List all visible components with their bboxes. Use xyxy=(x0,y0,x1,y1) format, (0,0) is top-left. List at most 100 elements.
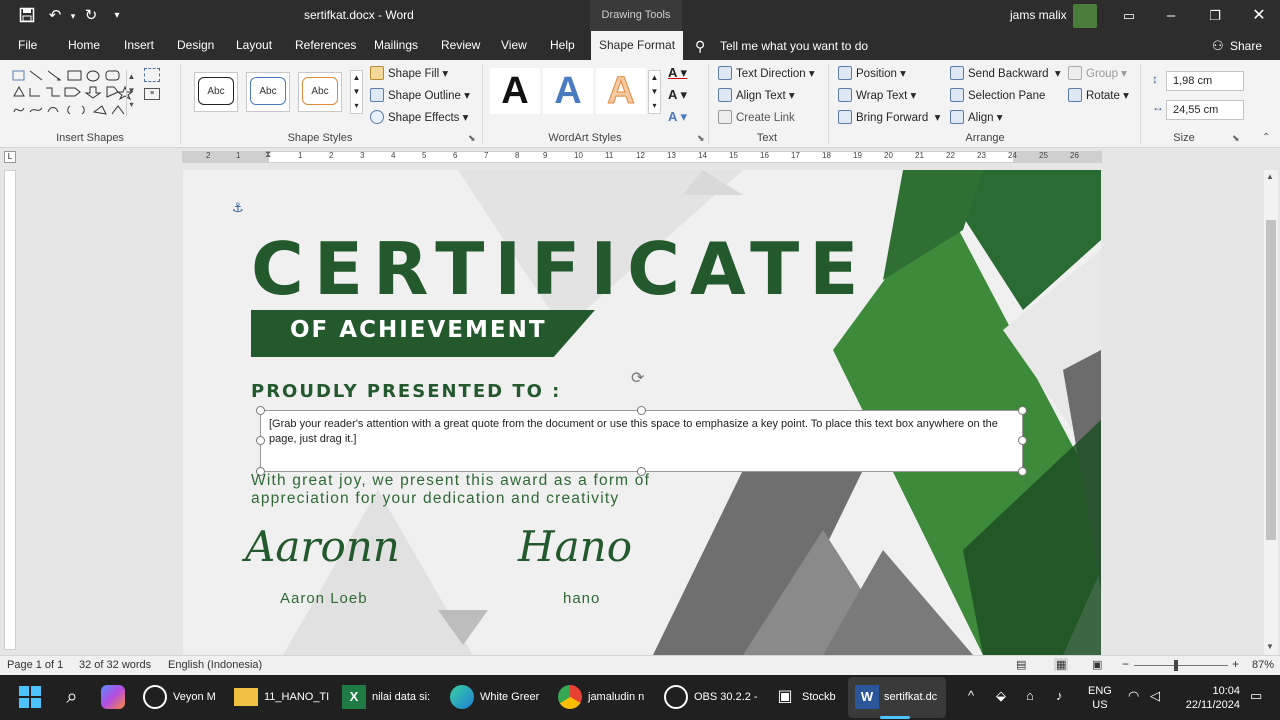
chrome-icon[interactable] xyxy=(558,685,582,709)
shapes-gallery[interactable] xyxy=(10,68,136,120)
start-button[interactable] xyxy=(18,685,42,709)
shape-effects-button[interactable]: Shape Effects ▾ xyxy=(370,109,468,127)
redo-icon[interactable]: ↻ xyxy=(82,7,100,25)
tab-help[interactable]: Help xyxy=(550,31,575,60)
vertical-ruler[interactable] xyxy=(4,170,16,650)
rotate-button[interactable]: Rotate ▾ xyxy=(1068,87,1129,105)
restore-icon[interactable]: ❐ xyxy=(1206,7,1224,25)
veyon-icon[interactable] xyxy=(143,685,167,709)
share-button[interactable]: Share xyxy=(1230,39,1262,53)
shape-style-3[interactable]: Abc xyxy=(298,72,342,112)
selection-pane-button[interactable]: Selection Pane xyxy=(950,87,1045,105)
bring-forward-button[interactable]: Bring Forward ▾ xyxy=(838,109,940,127)
text-effects-icon[interactable]: A ▾ xyxy=(668,109,687,125)
shape-style-1[interactable]: Abc xyxy=(194,72,238,112)
word-icon[interactable]: W xyxy=(855,685,879,709)
quote-placeholder-text[interactable]: [Grab your reader's attention with a gre… xyxy=(269,417,1019,447)
tab-layout[interactable]: Layout xyxy=(236,31,272,60)
ribbon-display-icon[interactable]: ▭ xyxy=(1120,7,1138,25)
rotate-handle-icon[interactable]: ⟳ xyxy=(631,368,644,388)
edge-icon[interactable] xyxy=(450,685,474,709)
create-link-button[interactable]: Create Link xyxy=(718,109,795,127)
shape-outline-button[interactable]: Shape Outline ▾ xyxy=(370,87,470,105)
notification-icon[interactable]: ▭ xyxy=(1250,688,1262,704)
shape-height-input[interactable]: 1,98 cm xyxy=(1166,71,1244,91)
undo-icon[interactable]: ↶ xyxy=(46,7,64,25)
scroll-down-icon[interactable]: ▼ xyxy=(1266,642,1274,651)
text-box-icon[interactable]: ≡ xyxy=(144,88,160,100)
align-text-button[interactable]: Align Text ▾ xyxy=(718,87,795,105)
microphone-icon[interactable]: ♪ xyxy=(1056,688,1063,703)
wordart-style-3[interactable]: A xyxy=(596,68,646,114)
tell-me-search[interactable]: Tell me what you want to do xyxy=(720,39,868,53)
align-button[interactable]: Align ▾ xyxy=(950,109,1003,127)
save-icon[interactable] xyxy=(18,7,36,25)
dialog-launcher-icon[interactable]: ⬊ xyxy=(1232,133,1240,144)
document-page[interactable]: ⚓ CERTIFICATE OF ACHIEVEMENT PROUDLY PRE… xyxy=(183,170,1101,655)
shape-styles-scroll[interactable]: ▲ ▼ ▾ xyxy=(350,70,363,114)
shape-fill-button[interactable]: Shape Fill ▾ xyxy=(370,65,448,83)
dialog-launcher-icon[interactable]: ⬊ xyxy=(468,133,476,144)
resize-handle[interactable] xyxy=(256,406,265,415)
print-layout-icon[interactable]: ▦ xyxy=(1054,658,1069,671)
dialog-launcher-icon[interactable]: ⬊ xyxy=(697,133,705,144)
tab-shape-format[interactable]: Shape Format xyxy=(591,31,684,60)
tab-design[interactable]: Design xyxy=(177,31,214,60)
stockbit-icon[interactable]: ▣ xyxy=(773,685,797,709)
language-indicator[interactable]: English (Indonesia) xyxy=(168,659,262,671)
copilot-icon[interactable] xyxy=(101,685,125,709)
wrap-text-button[interactable]: Wrap Text ▾ xyxy=(838,87,916,105)
resize-handle[interactable] xyxy=(637,406,646,415)
shape-width-input[interactable]: 24,55 cm xyxy=(1166,100,1244,120)
zoom-slider-thumb[interactable] xyxy=(1174,660,1178,671)
folder-icon[interactable] xyxy=(234,688,258,706)
text-fill-icon[interactable]: A ▾ xyxy=(668,65,687,81)
scroll-up-icon[interactable]: ▲ xyxy=(1266,172,1274,181)
resize-handle[interactable] xyxy=(256,436,265,445)
page-count[interactable]: Page 1 of 1 xyxy=(7,659,63,671)
minimize-icon[interactable]: – xyxy=(1162,7,1180,25)
word-count[interactable]: 32 of 32 words xyxy=(79,659,151,671)
read-mode-icon[interactable]: ▤ xyxy=(1016,658,1026,671)
tab-selector[interactable]: L xyxy=(4,151,16,163)
tab-references[interactable]: References xyxy=(295,31,356,60)
tab-mailings[interactable]: Mailings xyxy=(374,31,418,60)
user-name[interactable]: jams malix xyxy=(1010,8,1067,22)
zoom-in-icon[interactable]: + xyxy=(1232,657,1239,671)
undo-dropdown-icon[interactable]: ▾ xyxy=(64,7,82,25)
anchor-icon[interactable]: ⚓ xyxy=(232,200,244,216)
edit-shape-icon[interactable] xyxy=(144,68,160,82)
close-icon[interactable]: ✕ xyxy=(1250,7,1268,25)
position-button[interactable]: Position ▾ xyxy=(838,65,906,83)
zoom-level[interactable]: 87% xyxy=(1252,659,1274,671)
network-icon[interactable]: ⌂ xyxy=(1026,688,1034,703)
tab-review[interactable]: Review xyxy=(441,31,480,60)
horizontal-ruler[interactable]: 2 1 1 2 3 4 5 6 7 8 9 10 11 12 13 14 15 … xyxy=(182,149,1102,163)
tray-overflow-icon[interactable]: ^ xyxy=(968,688,974,703)
tab-file[interactable]: File xyxy=(18,31,37,60)
resize-handle[interactable] xyxy=(1018,406,1027,415)
resize-handle[interactable] xyxy=(1018,467,1027,476)
tab-insert[interactable]: Insert xyxy=(124,31,154,60)
avatar[interactable] xyxy=(1073,4,1097,28)
zoom-out-icon[interactable]: − xyxy=(1122,657,1129,671)
vertical-scrollbar[interactable]: ▲ ▼ xyxy=(1264,170,1278,655)
wordart-style-2[interactable]: A xyxy=(543,68,593,114)
shapes-gallery-scroll[interactable]: ▲ ▼ ▾ xyxy=(126,70,136,116)
wordart-style-1[interactable]: A xyxy=(490,68,540,114)
wordart-scroll[interactable]: ▲ ▼ ▾ xyxy=(648,70,661,114)
collapse-ribbon-icon[interactable]: ⌃ xyxy=(1262,132,1270,143)
group-button[interactable]: Group ▾ xyxy=(1068,65,1127,83)
excel-icon[interactable]: X xyxy=(342,685,366,709)
dropbox-icon[interactable]: ⬙ xyxy=(996,688,1006,704)
wifi-icon[interactable]: ◠ xyxy=(1128,688,1139,704)
scroll-thumb[interactable] xyxy=(1266,220,1276,540)
send-backward-button[interactable]: Send Backward ▾ xyxy=(950,65,1061,83)
volume-icon[interactable]: ◁ xyxy=(1150,688,1160,704)
clock[interactable]: 10:04 22/11/2024 xyxy=(1180,684,1240,712)
language-switcher[interactable]: ENG US xyxy=(1088,684,1112,712)
tab-view[interactable]: View xyxy=(501,31,527,60)
search-icon[interactable]: ⌕ xyxy=(60,685,84,709)
web-layout-icon[interactable]: ▣ xyxy=(1092,658,1102,671)
text-direction-button[interactable]: Text Direction ▾ xyxy=(718,65,815,83)
